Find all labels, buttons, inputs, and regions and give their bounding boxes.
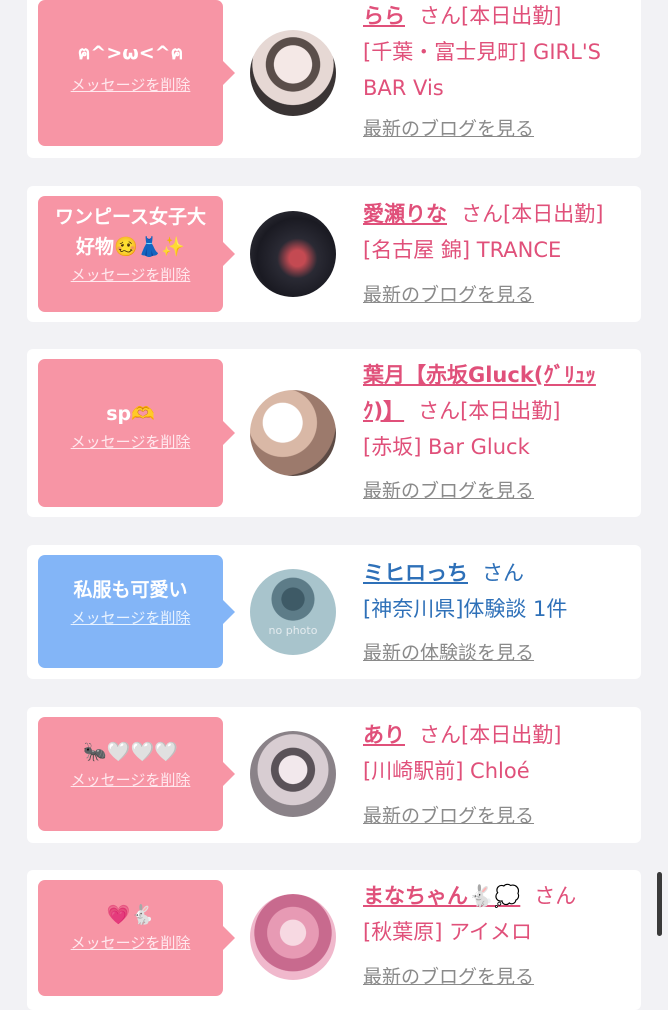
latest-blog-link[interactable]: 最新のブログを見る — [363, 803, 534, 829]
delete-message-link[interactable]: メッセージを削除 — [71, 264, 191, 285]
message-text: 私服も可愛い — [73, 579, 188, 601]
message-bubble: ฅ^>ω<^ฅ メッセージを削除 — [38, 0, 235, 146]
message-card: 私服も可愛い メッセージを削除 no photo ミヒロっち さん [神奈川県]体… — [27, 545, 641, 679]
profile-name-link[interactable]: らら — [363, 4, 405, 28]
profile-info: 葉月【赤坂Gluck(ｸﾞﾘｭｯ ｸ)】 さん[本日出勤] [赤坂] Bar Gl… — [363, 357, 633, 465]
latest-blog-link[interactable]: 最新のブログを見る — [363, 478, 534, 504]
profile-info: ミヒロっち さん [神奈川県]体験談 1件 — [363, 555, 633, 627]
message-text: ワンピース女子大好物🥴👗✨ — [54, 206, 207, 258]
latest-blog-link[interactable]: 最新のブログを見る — [363, 964, 534, 990]
profile-name-link[interactable]: あり — [363, 723, 405, 747]
latest-blog-link[interactable]: 最新のブログを見る — [363, 282, 534, 308]
status-label: [本日出勤] — [461, 723, 562, 747]
status-label: [本日出勤] — [460, 399, 561, 423]
profile-name-link[interactable]: まなちゃん🐇💭 — [363, 884, 520, 908]
profile-name-link[interactable]: ｸ)】 — [363, 399, 404, 423]
latest-experience-link[interactable]: 最新の体験談を見る — [363, 640, 534, 666]
delete-message-link[interactable]: メッセージを削除 — [71, 769, 191, 790]
message-card: ฅ^>ω<^ฅ メッセージを削除 らら さん[本日出勤] [千葉・富士見町] GI… — [27, 0, 641, 158]
status-label: [本日出勤] — [503, 202, 604, 226]
profile-info: らら さん[本日出勤] [千葉・富士見町] GIRL'S BAR Vis — [363, 0, 633, 106]
message-bubble: ワンピース女子大好物🥴👗✨ メッセージを削除 — [38, 196, 235, 312]
avatar[interactable] — [250, 731, 336, 817]
avatar[interactable] — [250, 390, 336, 476]
shop-label: [秋葉原] アイメロ — [363, 920, 533, 944]
avatar[interactable] — [250, 894, 336, 980]
status-label: [本日出勤] — [461, 4, 562, 28]
message-text: 🐜🤍🤍🤍 — [83, 741, 178, 763]
shop-label: [神奈川県]体験談 1件 — [363, 597, 568, 621]
honorific: さん — [482, 561, 524, 585]
no-photo-label: no photo — [268, 624, 318, 637]
profile-name-link[interactable]: 愛瀬りな — [363, 202, 447, 226]
honorific: さん — [418, 399, 461, 423]
message-bubble: 💗🐇 メッセージを削除 — [38, 880, 235, 996]
profile-info: あり さん[本日出勤] [川崎駅前] Chloé — [363, 717, 633, 789]
message-bubble: 私服も可愛い メッセージを削除 — [38, 555, 235, 668]
honorific: さん — [419, 4, 461, 28]
message-bubble: 🐜🤍🤍🤍 メッセージを削除 — [38, 717, 235, 831]
shop-label: [川崎駅前] Chloé — [363, 759, 530, 783]
delete-message-link[interactable]: メッセージを削除 — [71, 932, 191, 953]
message-card: 🐜🤍🤍🤍 メッセージを削除 あり さん[本日出勤] [川崎駅前] Chloé 最新… — [27, 707, 641, 843]
honorific: さん — [461, 202, 503, 226]
profile-info: まなちゃん🐇💭 さん [秋葉原] アイメロ — [363, 878, 633, 950]
message-text: sp🫶 — [106, 403, 155, 425]
message-bubble: sp🫶 メッセージを削除 — [38, 359, 235, 507]
message-text: 💗🐇 — [106, 904, 155, 926]
shop-label: [赤坂] Bar Gluck — [363, 435, 530, 459]
scrollbar-thumb[interactable] — [657, 872, 662, 936]
message-card: ワンピース女子大好物🥴👗✨ メッセージを削除 愛瀬りな さん[本日出勤] [名古屋… — [27, 186, 641, 322]
shop-label: [千葉・富士見町] GIRL'S BAR Vis — [363, 40, 601, 100]
delete-message-link[interactable]: メッセージを削除 — [71, 74, 191, 95]
message-card: sp🫶 メッセージを削除 葉月【赤坂Gluck(ｸﾞﾘｭｯ ｸ)】 さん[本日出勤… — [27, 349, 641, 517]
delete-message-link[interactable]: メッセージを削除 — [71, 431, 191, 452]
profile-name-link[interactable]: ミヒロっち — [363, 561, 468, 585]
shop-label: [名古屋 錦] TRANCE — [363, 238, 562, 262]
latest-blog-link[interactable]: 最新のブログを見る — [363, 116, 534, 142]
honorific: さん — [419, 723, 461, 747]
profile-info: 愛瀬りな さん[本日出勤] [名古屋 錦] TRANCE — [363, 196, 633, 268]
honorific: さん — [534, 884, 577, 908]
profile-name-link[interactable]: 葉月【赤坂Gluck(ｸﾞﾘｭｯ — [363, 363, 596, 387]
avatar[interactable] — [250, 211, 336, 297]
delete-message-link[interactable]: メッセージを削除 — [71, 607, 191, 628]
message-text: ฅ^>ω<^ฅ — [77, 42, 184, 64]
avatar[interactable]: no photo — [250, 569, 336, 655]
message-card: 💗🐇 メッセージを削除 まなちゃん🐇💭 さん [秋葉原] アイメロ 最新のブログを… — [27, 870, 641, 1010]
avatar[interactable] — [250, 30, 336, 116]
